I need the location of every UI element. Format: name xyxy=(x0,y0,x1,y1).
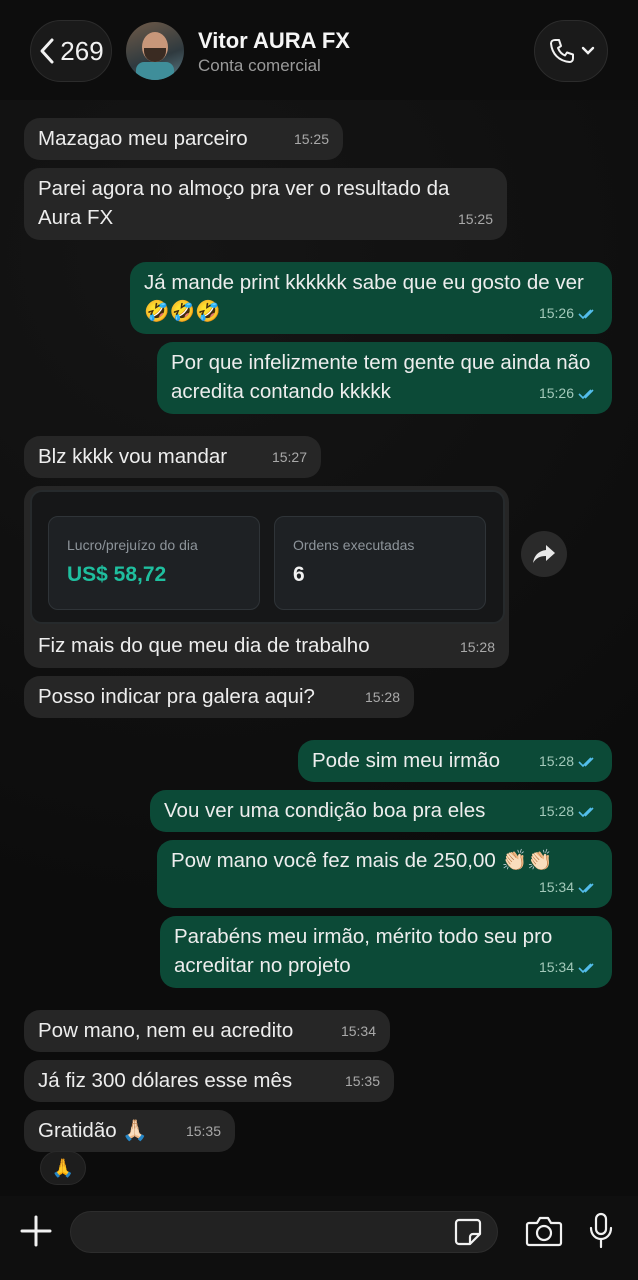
message-time: 15:35 xyxy=(344,1073,380,1089)
contact-subtitle: Conta comercial xyxy=(198,56,321,75)
message-text: Parei agora no almoço pra ver o resultad… xyxy=(38,177,450,229)
message-text: Fiz mais do que meu dia de trabalho xyxy=(38,634,370,657)
message-text: Já mande print kkkkkk sabe que eu gosto … xyxy=(144,271,584,323)
double-check-icon xyxy=(578,757,594,768)
orders-label: Ordens executadas xyxy=(293,537,415,553)
message-time: 15:34 xyxy=(538,959,574,975)
message-time: 15:28 xyxy=(459,639,495,655)
message-bubble[interactable]: Por que infelizmente tem gente que ainda… xyxy=(157,342,612,414)
profit-label: Lucro/prejuízo do dia xyxy=(67,537,198,553)
message-bubble[interactable]: Pow mano, nem eu acredito 15:34 xyxy=(24,1010,390,1052)
message-reaction[interactable]: 🙏 xyxy=(40,1151,86,1185)
message-text: Vou ver uma condição boa pra eles xyxy=(164,799,486,822)
camera-icon[interactable] xyxy=(525,1215,563,1247)
contact-name[interactable]: Vitor AURA FX xyxy=(198,28,350,54)
message-time: 15:34 xyxy=(538,879,574,895)
message-text: Já fiz 300 dólares esse mês xyxy=(38,1069,293,1092)
avatar[interactable] xyxy=(126,22,184,80)
unread-count: 269 xyxy=(60,35,104,66)
message-bubble[interactable]: Vou ver uma condição boa pra eles 15:28 xyxy=(150,790,612,832)
message-time: 15:27 xyxy=(271,449,307,465)
message-text: Por que infelizmente tem gente que ainda… xyxy=(171,351,591,403)
sticker-icon[interactable] xyxy=(453,1217,483,1247)
orders-stat-card: Ordens executadas 6 xyxy=(274,516,486,610)
double-check-icon xyxy=(578,389,594,400)
message-time: 15:26 xyxy=(538,385,574,401)
message-text: Posso indicar pra galera aqui? xyxy=(38,685,315,708)
message-text: Gratidão 🙏🏻 xyxy=(38,1119,148,1142)
mic-icon[interactable] xyxy=(588,1212,614,1250)
message-bubble[interactable]: Blz kkkk vou mandar 15:27 xyxy=(24,436,321,478)
message-text: Pode sim meu irmão xyxy=(312,749,500,772)
message-bubble[interactable]: Gratidão 🙏🏻 15:35 xyxy=(24,1110,235,1152)
chevron-left-icon xyxy=(40,38,54,64)
double-check-icon xyxy=(578,807,594,818)
message-text: Pow mano você fez mais de 250,00 👏🏻👏🏻 xyxy=(171,849,553,872)
phone-icon xyxy=(550,39,574,63)
message-bubble[interactable]: Posso indicar pra galera aqui? 15:28 xyxy=(24,676,414,718)
chevron-down-icon xyxy=(581,46,595,55)
plus-icon[interactable] xyxy=(18,1213,54,1249)
message-bubble[interactable]: Mazagao meu parceiro 15:25 xyxy=(24,118,343,160)
forward-icon xyxy=(533,545,555,563)
message-time: 15:28 xyxy=(538,803,574,819)
call-button[interactable] xyxy=(534,20,608,82)
message-bubble[interactable]: Parabéns meu irmão, mérito todo seu pro … xyxy=(160,916,612,988)
message-time: 15:28 xyxy=(364,689,400,705)
message-bubble[interactable]: Parei agora no almoço pra ver o resultad… xyxy=(24,168,507,240)
message-time: 15:25 xyxy=(293,131,329,147)
double-check-icon xyxy=(578,309,594,320)
message-bubble[interactable]: Já fiz 300 dólares esse mês 15:35 xyxy=(24,1060,394,1102)
message-input[interactable] xyxy=(70,1211,498,1253)
double-check-icon xyxy=(578,883,594,894)
message-time: 15:35 xyxy=(185,1123,221,1139)
message-bubble[interactable]: Já mande print kkkkkk sabe que eu gosto … xyxy=(130,262,612,334)
message-time: 15:34 xyxy=(340,1023,376,1039)
double-check-icon xyxy=(578,963,594,974)
message-text: Mazagao meu parceiro xyxy=(38,127,248,150)
message-text: Parabéns meu irmão, mérito todo seu pro … xyxy=(174,925,553,977)
message-time: 15:28 xyxy=(538,753,574,769)
back-button[interactable]: 269 xyxy=(30,20,112,82)
message-time: 15:25 xyxy=(457,211,493,227)
profit-stat-card: Lucro/prejuízo do dia US$ 58,72 xyxy=(48,516,260,610)
message-bubble[interactable]: Pow mano você fez mais de 250,00 👏🏻👏🏻 15… xyxy=(157,840,612,908)
forward-button[interactable] xyxy=(521,531,567,577)
message-text: Pow mano, nem eu acredito xyxy=(38,1019,294,1042)
orders-value: 6 xyxy=(293,563,305,586)
screenshot-image[interactable]: Lucro/prejuízo do dia US$ 58,72 Ordens e… xyxy=(30,490,505,624)
message-bubble[interactable]: Pode sim meu irmão 15:28 xyxy=(298,740,612,782)
profit-value: US$ 58,72 xyxy=(67,563,167,586)
message-time: 15:26 xyxy=(538,305,574,321)
message-text: Blz kkkk vou mandar xyxy=(38,445,228,468)
